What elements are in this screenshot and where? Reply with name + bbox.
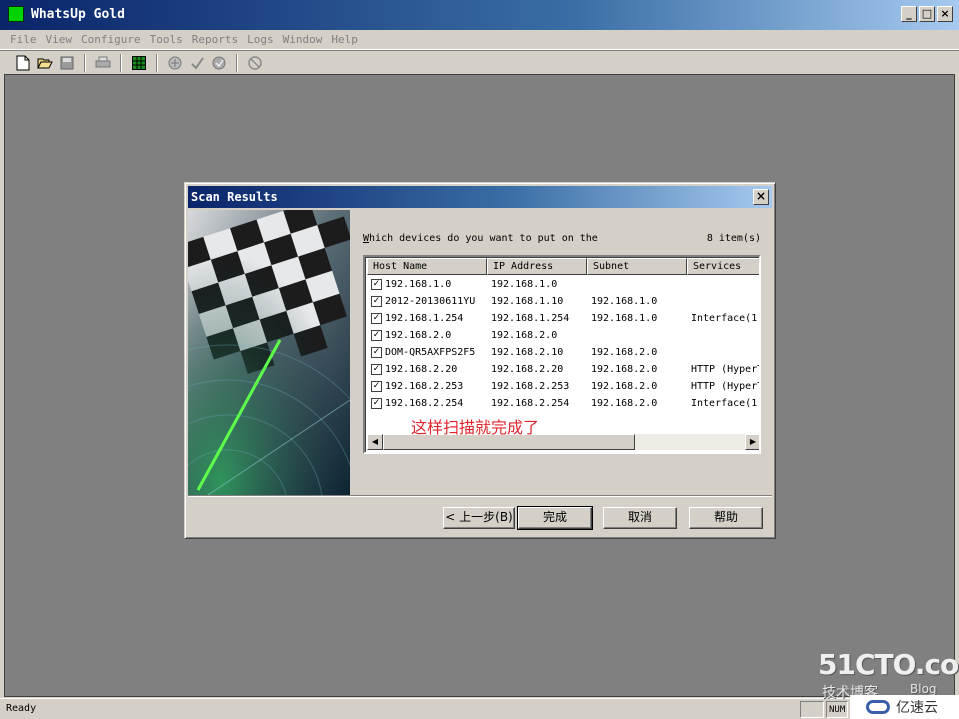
cell-ip: 192.168.2.254 [491, 398, 570, 409]
list-item[interactable]: ✓ DOM-QR5AXFPS2F5 192.168.2.10 192.168.2… [367, 344, 759, 361]
cell-host: 192.168.2.254 [385, 398, 464, 409]
menu-logs[interactable]: Logs [243, 30, 279, 49]
menu-tools[interactable]: Tools [146, 30, 188, 49]
menu-reports[interactable]: Reports [188, 30, 243, 49]
back-button[interactable]: < 上一步(B) [443, 507, 515, 529]
cell-host: DOM-QR5AXFPS2F5 [385, 347, 476, 358]
column-ip-address[interactable]: IP Address [487, 258, 587, 275]
list-item[interactable]: ✓ 192.168.1.254 192.168.1.254 192.168.1.… [367, 310, 761, 327]
scroll-left-icon[interactable]: ◀ [367, 434, 383, 450]
yisu-logo-icon [866, 700, 890, 714]
cell-ip: 192.168.2.0 [491, 330, 558, 341]
list-item[interactable]: ✓ 2012-20130611YU 192.168.1.10 192.168.1… [367, 293, 759, 310]
cell-subnet: 192.168.1.0 [591, 313, 658, 324]
minimize-button[interactable]: _ [901, 6, 917, 22]
row-checkbox[interactable]: ✓ [371, 364, 382, 375]
app-title: WhatsUp Gold [31, 7, 125, 22]
check-icon[interactable] [186, 53, 208, 73]
cell-services: HTTP (HyperT [691, 364, 761, 375]
watermark-blog: Blog [910, 682, 937, 696]
status-text: Ready [6, 703, 37, 714]
column-services[interactable]: Services [687, 258, 759, 275]
cell-host: 192.168.2.253 [385, 381, 464, 392]
cell-services: Interface(1) [691, 313, 761, 324]
watermark-yisu: 亿速云 [850, 695, 959, 719]
network-icon[interactable] [164, 53, 186, 73]
grid-view-icon[interactable] [128, 53, 150, 73]
annotation-text: 这样扫描就完成了 [411, 418, 540, 437]
cell-host: 2012-20130611YU [385, 296, 476, 307]
row-checkbox[interactable]: ✓ [371, 296, 382, 307]
row-checkbox[interactable]: ✓ [371, 347, 382, 358]
cell-subnet: 192.168.2.0 [591, 347, 658, 358]
open-folder-icon[interactable] [34, 53, 56, 73]
list-item[interactable]: ✓ 192.168.2.254 192.168.2.254 192.168.2.… [367, 395, 761, 412]
num-lock-indicator: NUM [826, 701, 848, 718]
cell-ip: 192.168.2.10 [491, 347, 564, 358]
cell-services: HTTP (HyperT [691, 381, 761, 392]
scan-prompt: Which devices do you want to put on the [363, 233, 598, 244]
cancel-button[interactable]: 取消 [603, 507, 677, 529]
dialog-title-bar[interactable]: Scan Results × [188, 186, 772, 208]
row-checkbox[interactable]: ✓ [371, 279, 382, 290]
maximize-button[interactable]: □ [919, 6, 935, 22]
cell-ip: 192.168.1.254 [491, 313, 570, 324]
row-checkbox[interactable]: ✓ [371, 330, 382, 341]
cell-host: 192.168.2.20 [385, 364, 458, 375]
list-item[interactable]: ✓ 192.168.2.253 192.168.2.253 192.168.2.… [367, 378, 761, 395]
row-checkbox[interactable]: ✓ [371, 398, 382, 409]
status-panel-empty [800, 701, 824, 718]
finish-button[interactable]: 完成 [517, 506, 593, 530]
menu-help[interactable]: Help [327, 30, 363, 49]
dialog-title: Scan Results [191, 190, 278, 204]
list-header: Host Name IP Address Subnet Services [367, 258, 759, 275]
toolbar [0, 50, 959, 74]
app-title-bar[interactable]: WhatsUp Gold _ □ × [0, 0, 959, 30]
cell-subnet: 192.168.2.0 [591, 364, 658, 375]
cell-ip: 192.168.1.0 [491, 279, 558, 290]
poll-icon[interactable] [208, 53, 230, 73]
column-host-name[interactable]: Host Name [367, 258, 487, 275]
yisu-text: 亿速云 [896, 700, 938, 716]
menu-window[interactable]: Window [279, 30, 328, 49]
list-item[interactable]: ✓ 192.168.2.0 192.168.2.0 [367, 327, 759, 344]
dialog-divider [188, 495, 772, 497]
menu-configure[interactable]: Configure [77, 30, 146, 49]
cell-ip: 192.168.1.10 [491, 296, 564, 307]
cell-subnet: 192.168.1.0 [591, 296, 658, 307]
cell-host: 192.168.2.0 [385, 330, 452, 341]
cell-host: 192.168.1.254 [385, 313, 464, 324]
dialog-close-button[interactable]: × [753, 189, 769, 205]
scroll-right-icon[interactable]: ▶ [745, 434, 759, 450]
cell-ip: 192.168.2.253 [491, 381, 570, 392]
status-bar: Ready NUM [0, 698, 959, 719]
close-button[interactable]: × [937, 6, 953, 22]
menu-bar: File View Configure Tools Reports Logs W… [0, 30, 959, 50]
watermark-51cto: 51CTO.com [818, 648, 959, 681]
cell-host: 192.168.1.0 [385, 279, 452, 290]
column-subnet[interactable]: Subnet [587, 258, 687, 275]
cell-subnet: 192.168.2.0 [591, 381, 658, 392]
scan-results-dialog: Scan Results × Which devices do you want… [184, 182, 776, 539]
prompt-text: hich devices do you want to put on the [369, 233, 598, 244]
item-count: 8 item(s) [706, 233, 761, 244]
cell-subnet: 192.168.2.0 [591, 398, 658, 409]
print-icon[interactable] [92, 53, 114, 73]
cell-services: Interface(1) [691, 398, 761, 409]
row-checkbox[interactable]: ✓ [371, 381, 382, 392]
stop-icon[interactable] [244, 53, 266, 73]
menu-view[interactable]: View [42, 30, 78, 49]
wizard-checkered-flag-image [188, 210, 350, 495]
cell-ip: 192.168.2.20 [491, 364, 564, 375]
row-checkbox[interactable]: ✓ [371, 313, 382, 324]
list-item[interactable]: ✓ 192.168.1.0 192.168.1.0 [367, 276, 759, 293]
list-item[interactable]: ✓ 192.168.2.20 192.168.2.20 192.168.2.0 … [367, 361, 761, 378]
app-icon [8, 6, 24, 22]
save-icon[interactable] [56, 53, 78, 73]
new-document-icon[interactable] [12, 53, 34, 73]
menu-file[interactable]: File [6, 30, 42, 49]
help-button[interactable]: 帮助 [689, 507, 763, 529]
